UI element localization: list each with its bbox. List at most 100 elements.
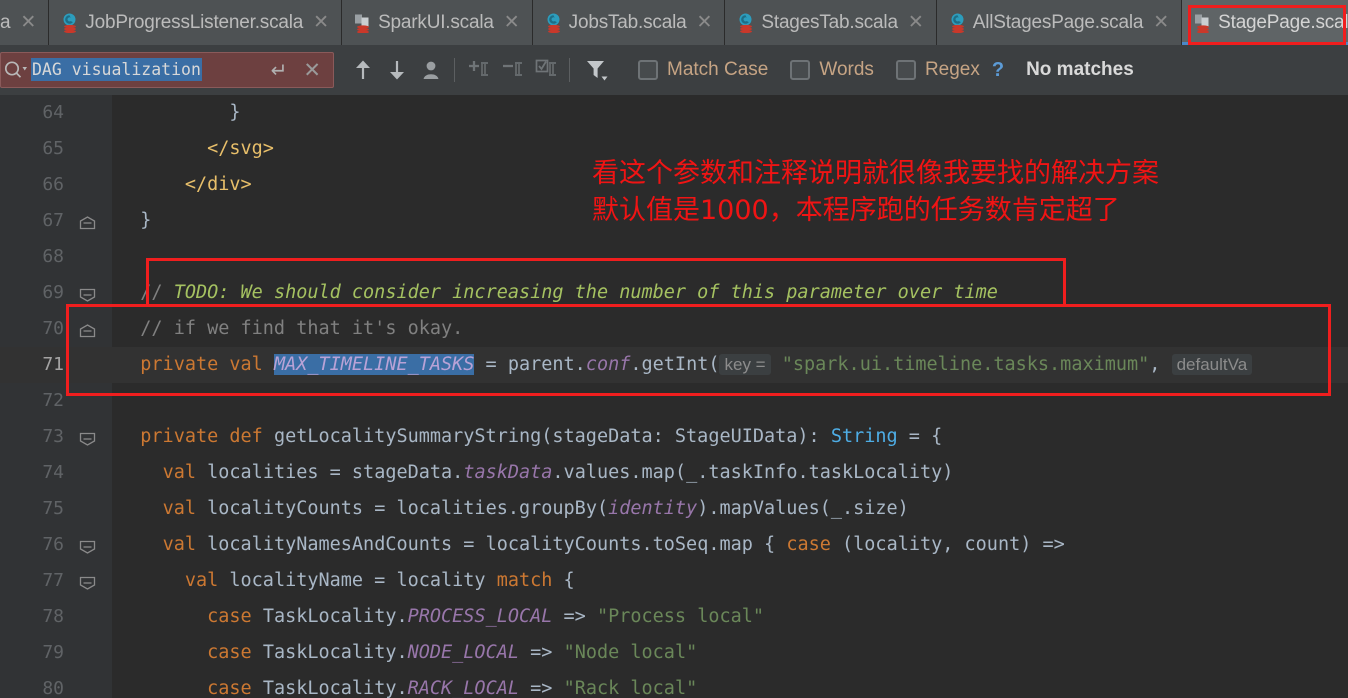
words-checkbox[interactable]: Words bbox=[790, 59, 874, 81]
code-fold-toggle-icon[interactable] bbox=[79, 572, 96, 590]
regex-checkbox[interactable]: Regex bbox=[895, 59, 980, 81]
filter-icon[interactable] bbox=[580, 53, 614, 87]
code-token: (locality, count) => bbox=[842, 534, 1065, 555]
scala-file-icon bbox=[949, 13, 967, 33]
editor-tab-jobprogresslistener-scala[interactable]: JobProgressListener.scala ✕ bbox=[49, 0, 343, 45]
code-line[interactable]: val localityName = locality match { bbox=[112, 563, 1348, 599]
remove-line-icon[interactable] bbox=[495, 53, 529, 87]
code-token: case bbox=[207, 678, 263, 698]
line-number: 73 bbox=[0, 419, 112, 455]
words-label: Words bbox=[819, 59, 874, 80]
code-line[interactable] bbox=[112, 239, 1348, 275]
editor-tab-a[interactable]: a ✕ bbox=[0, 0, 50, 45]
code-line[interactable]: case TaskLocality.NODE_LOCAL => "Node lo… bbox=[112, 635, 1348, 671]
select-all-lines-icon[interactable] bbox=[529, 53, 563, 87]
select-all-occurrences-icon[interactable] bbox=[414, 53, 448, 87]
code-fold-toggle-icon[interactable] bbox=[79, 284, 96, 302]
regex-checkbox-box[interactable] bbox=[895, 60, 916, 80]
code-line[interactable]: val localityNamesAndCounts = localityCou… bbox=[112, 527, 1348, 563]
code-fold-toggle-icon[interactable] bbox=[79, 320, 96, 338]
code-line[interactable]: val localityCounts = localities.groupBy(… bbox=[112, 491, 1348, 527]
find-next-button[interactable] bbox=[380, 53, 414, 87]
tab-close-icon[interactable]: ✕ bbox=[906, 13, 926, 32]
editor-tab-stagepage-scala[interactable]: StagePage.scala bbox=[1182, 0, 1348, 45]
code-token: key = bbox=[719, 354, 771, 375]
scala-file-icon bbox=[737, 13, 755, 33]
scala-object-icon bbox=[1194, 13, 1212, 33]
code-fold-toggle-icon[interactable] bbox=[79, 536, 96, 554]
code-token: defaultVa bbox=[1171, 354, 1253, 375]
words-checkbox-box[interactable] bbox=[790, 60, 811, 80]
editor-tab-jobstab-scala[interactable]: JobsTab.scala ✕ bbox=[532, 0, 726, 45]
match-case-checkbox[interactable]: Match Case bbox=[638, 59, 768, 81]
code-line[interactable]: case TaskLocality.RACK_LOCAL => "Rack lo… bbox=[112, 671, 1348, 698]
editor-tab-label: StagePage.scala bbox=[1218, 11, 1348, 33]
code-line[interactable]: // TODO: We should consider increasing t… bbox=[112, 275, 1348, 311]
code-token: RACK_LOCAL bbox=[407, 678, 519, 698]
tab-close-icon[interactable]: ✕ bbox=[502, 13, 522, 32]
line-number: 69 bbox=[0, 275, 112, 311]
code-token: TaskLocality. bbox=[262, 678, 408, 698]
line-number: 64 bbox=[42, 102, 64, 123]
code-fold-toggle-icon[interactable] bbox=[79, 428, 96, 446]
code-token: localityCounts = localities.groupBy( bbox=[207, 498, 609, 519]
editor-tab-label: AllStagesPage.scala bbox=[972, 11, 1144, 33]
code-token: TaskLocality. bbox=[262, 642, 408, 663]
code-token: case bbox=[207, 606, 263, 627]
add-line-icon[interactable] bbox=[461, 53, 495, 87]
code-token: identity bbox=[608, 498, 698, 519]
close-icon[interactable]: ✕ bbox=[297, 58, 327, 83]
code-token: (stageData: StageUIData): bbox=[541, 426, 831, 447]
code-token: ).mapValues(_.size) bbox=[697, 498, 909, 519]
code-token: "Rack local" bbox=[563, 678, 698, 698]
code-line[interactable]: private val MAX_TIMELINE_TASKS = parent.… bbox=[112, 347, 1348, 383]
editor-tab-allstagespage-scala[interactable]: AllStagesPage.scala ✕ bbox=[936, 0, 1183, 45]
find-toolbar: DAG visualization ↵ ✕ Match Case Words R… bbox=[0, 45, 1348, 95]
tab-close-icon[interactable]: ✕ bbox=[311, 13, 331, 32]
search-icon[interactable] bbox=[3, 59, 29, 81]
line-number: 67 bbox=[0, 203, 112, 239]
code-fold-toggle-icon[interactable] bbox=[79, 212, 96, 230]
code-token: => bbox=[519, 642, 564, 663]
code-token: "spark.ui.timeline.tasks.maximum" bbox=[781, 354, 1150, 375]
code-line[interactable]: // if we find that it's okay. bbox=[112, 311, 1348, 347]
scala-file-icon bbox=[545, 13, 563, 33]
editor-tab-stagestab-scala[interactable]: StagesTab.scala ✕ bbox=[725, 0, 937, 45]
match-case-checkbox-box[interactable] bbox=[638, 60, 658, 80]
search-input-text[interactable]: DAG visualization bbox=[31, 58, 261, 81]
code-line[interactable]: } bbox=[112, 95, 1348, 131]
editor-tab-label: a bbox=[0, 11, 11, 33]
find-previous-button[interactable] bbox=[346, 53, 380, 87]
editor-tab-sparkui-scala[interactable]: SparkUI.scala ✕ bbox=[342, 0, 533, 45]
code-line[interactable] bbox=[112, 383, 1348, 419]
line-number: 76 bbox=[0, 527, 112, 563]
tab-close-icon[interactable]: ✕ bbox=[18, 13, 38, 32]
help-icon[interactable]: ? bbox=[992, 59, 1004, 82]
editor-tab-label: JobsTab.scala bbox=[568, 11, 687, 33]
editor-tab-bar: a ✕ JobProgressListener.scala ✕ SparkUI.scal… bbox=[0, 0, 1348, 45]
code-token: = { bbox=[897, 426, 943, 447]
tab-close-icon[interactable]: ✕ bbox=[1151, 13, 1171, 32]
line-number: 78 bbox=[42, 606, 64, 627]
code-token: val bbox=[184, 570, 230, 591]
search-input[interactable]: DAG visualization ↵ ✕ bbox=[0, 52, 334, 88]
code-line[interactable]: val localities = stageData.taskData.valu… bbox=[112, 455, 1348, 491]
code-line[interactable]: private def getLocalitySummaryString(sta… bbox=[112, 419, 1348, 455]
search-enter-icon[interactable]: ↵ bbox=[261, 58, 298, 83]
scala-object-icon bbox=[354, 13, 372, 33]
code-token: TODO: We should consider increasing the … bbox=[173, 282, 998, 303]
code-token: } bbox=[140, 210, 152, 231]
code-token: { bbox=[552, 570, 575, 591]
code-token: case bbox=[786, 534, 843, 555]
code-line[interactable]: case TaskLocality.PROCESS_LOCAL => "Proc… bbox=[112, 599, 1348, 635]
editor-gutter[interactable]: 64 65 66 67 68 69 70 71 72 73 74 75 76 77 78 79 80 bbox=[0, 95, 112, 698]
tab-close-icon[interactable]: ✕ bbox=[694, 13, 714, 32]
